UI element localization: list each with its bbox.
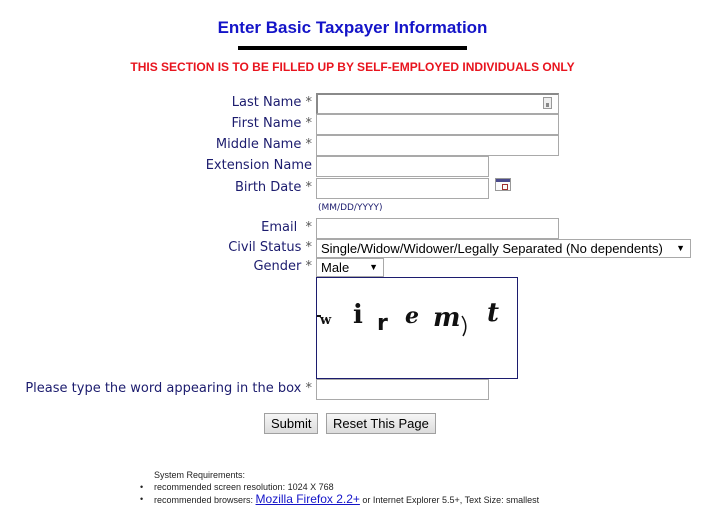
extension-name-input[interactable] [316, 156, 489, 177]
middle-name-input[interactable] [316, 135, 559, 156]
system-requirements-heading: System Requirements: [154, 470, 246, 480]
civil-status-label-text: Civil Status [228, 240, 302, 255]
captcha-char: i [353, 300, 363, 330]
captcha-image: w i r e m t [316, 277, 518, 379]
required-mark: * [305, 180, 313, 195]
gender-label-text: Gender [253, 259, 302, 274]
dropdown-arrow-icon: ▼ [369, 262, 378, 272]
required-mark: * [305, 381, 313, 396]
captcha-graphic: w i r e m t [317, 298, 499, 337]
gender-label: Gender * [253, 259, 312, 274]
email-label: Email * [261, 220, 312, 235]
civil-status-select[interactable]: Single/Widow/Widower/Legally Separated (… [316, 239, 691, 258]
firefox-link[interactable]: Mozilla Firefox 2.2+ [256, 492, 360, 506]
extension-name-label: Extension Name [205, 158, 312, 173]
last-name-input[interactable] [316, 93, 559, 114]
captcha-input[interactable] [316, 379, 489, 400]
system-requirements-list: recommended screen resolution: 1024 X 76… [140, 481, 539, 505]
middle-name-label: Middle Name * [216, 137, 312, 152]
requirement-browsers: recommended browsers: Mozilla Firefox 2.… [140, 493, 539, 505]
first-name-input[interactable] [316, 114, 559, 135]
birth-date-input[interactable] [316, 178, 489, 199]
required-mark: * [305, 137, 313, 152]
middle-name-label-text: Middle Name [215, 137, 302, 152]
autofill-key-icon[interactable] [543, 97, 552, 109]
captcha-label: Please type the word appearing in the bo… [25, 381, 312, 396]
last-name-label: Last Name * [232, 95, 312, 110]
required-mark: * [305, 259, 313, 274]
last-name-label-text: Last Name [231, 95, 302, 110]
first-name-label: First Name * [232, 116, 312, 131]
submit-button[interactable]: Submit [264, 413, 319, 434]
captcha-char: r [377, 311, 388, 336]
required-mark: * [305, 220, 313, 235]
required-mark: * [305, 240, 313, 255]
reset-button[interactable]: Reset This Page [326, 413, 436, 434]
email-label-text: Email [261, 220, 298, 235]
captcha-char: e [405, 303, 419, 329]
gender-select[interactable]: Male ▼ [316, 258, 384, 277]
captcha-char: t [487, 298, 499, 328]
first-name-label-text: First Name [231, 116, 302, 131]
birth-date-label: Birth Date * [235, 180, 312, 195]
required-mark: * [305, 95, 313, 110]
browsers-suffix: or Internet Explorer 5.5+, Text Size: sm… [359, 495, 540, 505]
birth-date-label-text: Birth Date [234, 180, 302, 195]
captcha-label-text: Please type the word appearing in the bo… [25, 381, 302, 396]
birth-date-format-hint: (MM/DD/YYYY) [318, 203, 383, 213]
civil-status-selected: Single/Widow/Widower/Legally Separated (… [321, 241, 663, 256]
calendar-icon[interactable] [495, 178, 511, 191]
browsers-prefix: recommended browsers: [154, 495, 256, 505]
email-input[interactable] [316, 218, 559, 239]
gender-selected: Male [321, 260, 350, 275]
captcha-char: m [433, 303, 461, 333]
dropdown-arrow-icon: ▼ [676, 243, 685, 253]
title-divider [238, 46, 467, 50]
civil-status-label: Civil Status * [228, 240, 312, 255]
required-mark: * [305, 116, 313, 131]
captcha-noise [461, 315, 467, 337]
section-notice: THIS SECTION IS TO BE FILLED UP BY SELF-… [130, 60, 575, 74]
page-title: Enter Basic Taxpayer Information [217, 18, 488, 37]
